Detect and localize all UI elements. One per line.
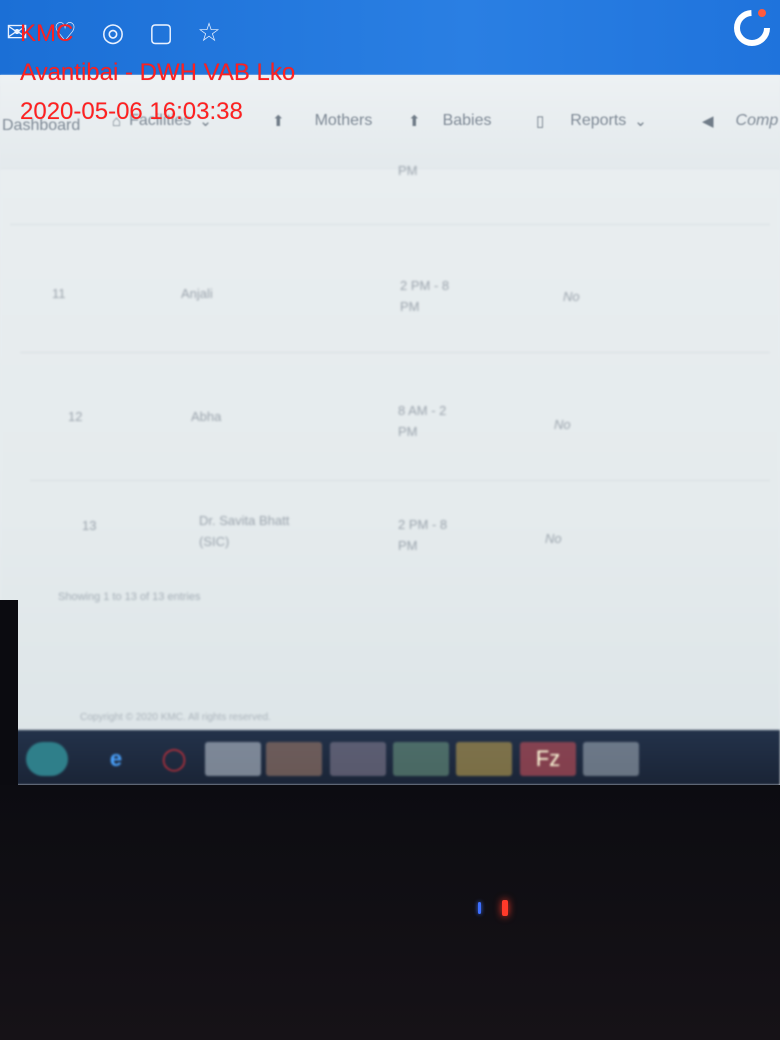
nav-reports[interactable]: ▯ Reports ⌄ xyxy=(536,112,647,130)
megaphone-icon: ◀ xyxy=(702,113,714,130)
row-13-no: 13 xyxy=(82,518,97,533)
row-12-no: 12 xyxy=(68,409,83,424)
row-divider xyxy=(30,480,770,481)
row-13-name: Dr. Savita Bhatt (SIC) xyxy=(199,513,290,549)
partial-row-shift: PM xyxy=(398,163,418,178)
app-task-icon[interactable] xyxy=(583,742,639,776)
photo-stamp-overlay: KMC Avantibai - DWH VAB Lko 2020-05-06 1… xyxy=(20,14,295,131)
app-task-icon[interactable] xyxy=(266,742,322,776)
row-11-no: 11 xyxy=(52,286,66,301)
row-11-shift: 2 PM - 8 PM xyxy=(400,278,450,314)
chevron-down-icon: ⌄ xyxy=(634,113,647,130)
internet-explorer-icon[interactable]: e xyxy=(88,742,144,776)
row-12-flag: No xyxy=(554,417,571,432)
document-icon: ▯ xyxy=(536,113,545,130)
monitor-frame xyxy=(0,785,780,1040)
nav-babies[interactable]: ⬆ Babies xyxy=(408,112,492,130)
opera-icon[interactable]: ◯ xyxy=(146,742,202,776)
row-divider xyxy=(20,352,770,353)
photo-stage: ✉ ♡ ◎ ▢ ☆ Dashboard ⌂ Facilities ⌄ ⬆ Mot… xyxy=(0,0,780,1040)
row-divider xyxy=(10,224,770,225)
power-led-red xyxy=(502,900,508,916)
explorer-task-icon[interactable] xyxy=(205,742,261,776)
table-entries-info: Showing 1 to 13 of 13 entries xyxy=(58,591,201,603)
app-task-icon[interactable] xyxy=(330,742,386,776)
row-13-shift: 2 PM - 8 PM xyxy=(398,517,448,553)
staff-table-area: PM 11 Anjali 2 PM - 8 PM No 12 Abha 8 AM… xyxy=(0,163,780,750)
app-logo-icon xyxy=(734,9,770,46)
start-button-icon[interactable] xyxy=(26,742,68,776)
windows-taskbar: e ◯ Fz xyxy=(0,730,780,785)
monitor-bezel xyxy=(0,600,18,800)
row-11-name: Anjali xyxy=(181,286,213,301)
row-11-flag: No xyxy=(563,289,580,304)
overlay-timestamp: 2020-05-06 16:03:38 xyxy=(20,98,243,125)
row-13-flag: No xyxy=(545,531,562,546)
row-12-name: Abha xyxy=(191,409,222,424)
footer-copyright: Copyright © 2020 KMC. All rights reserve… xyxy=(80,712,271,723)
folder-icon[interactable] xyxy=(456,742,512,776)
nav-comp[interactable]: ◀ Comp xyxy=(702,112,778,130)
row-12-shift: 8 AM - 2 PM xyxy=(398,403,447,439)
power-led-blue xyxy=(478,902,481,914)
baby-icon: ⬆ xyxy=(408,113,421,130)
overlay-app-name: KMC xyxy=(20,20,74,47)
overlay-facility: Avantibai - DWH VAB Lko xyxy=(20,59,296,86)
filezilla-icon[interactable]: Fz xyxy=(520,742,576,776)
chrome-icon[interactable] xyxy=(393,742,449,776)
